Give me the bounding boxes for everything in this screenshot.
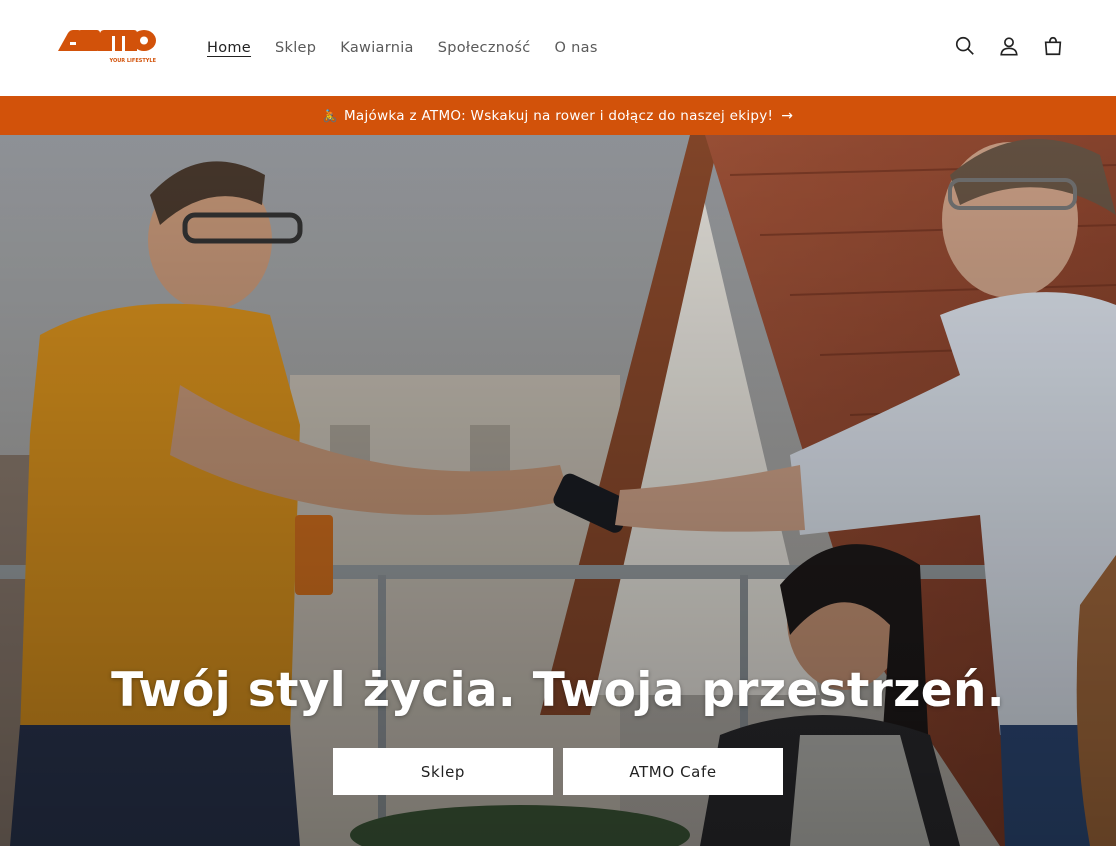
announcement-text: Majówka z ATMO: Wskakuj na rower i dołąc… bbox=[343, 107, 774, 124]
announcement-bar[interactable]: 🚴 Majówka z ATMO: Wskakuj na rower i doł… bbox=[0, 96, 1116, 135]
hero-banner: Twój styl życia. Twoja przestrzeń. Sklep… bbox=[0, 135, 1116, 846]
cart-icon[interactable] bbox=[1040, 33, 1066, 59]
main-nav: Home Sklep Kawiarnia Społeczność O nas bbox=[207, 0, 622, 96]
hero-buttons: Sklep ATMO Cafe bbox=[0, 748, 1116, 795]
header-icons bbox=[934, 33, 1066, 59]
nav-item-sklep[interactable]: Sklep bbox=[275, 40, 316, 56]
nav-item-kawiarnia[interactable]: Kawiarnia bbox=[340, 40, 413, 56]
site-header: YOUR LIFESTYLE Home Sklep Kawiarnia Społ… bbox=[0, 0, 1116, 96]
atmo-cafe-button[interactable]: ATMO Cafe bbox=[563, 748, 783, 795]
logo-tagline: YOUR LIFESTYLE bbox=[109, 58, 157, 64]
hero-image bbox=[0, 135, 1116, 846]
search-icon[interactable] bbox=[952, 33, 978, 59]
account-icon[interactable] bbox=[996, 33, 1022, 59]
bike-icon: 🚴 bbox=[322, 108, 338, 123]
arrow-right-icon: → bbox=[781, 107, 794, 124]
atmo-logo[interactable]: YOUR LIFESTYLE bbox=[56, 27, 158, 67]
nav-item-home[interactable]: Home bbox=[207, 40, 251, 56]
nav-item-o-nas[interactable]: O nas bbox=[555, 40, 598, 56]
hero-title: Twój styl życia. Twoja przestrzeń. bbox=[111, 663, 1005, 718]
nav-item-spolecznosc[interactable]: Społeczność bbox=[438, 40, 531, 56]
shop-button[interactable]: Sklep bbox=[333, 748, 553, 795]
